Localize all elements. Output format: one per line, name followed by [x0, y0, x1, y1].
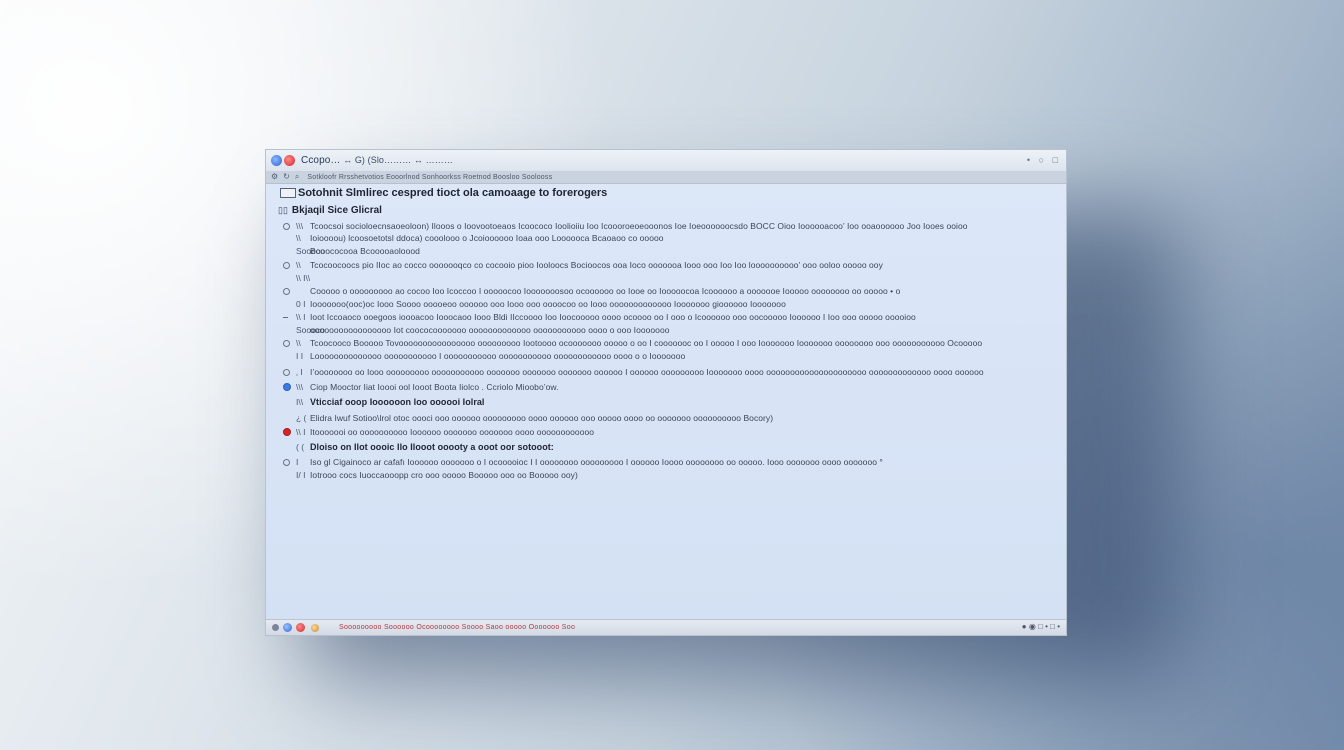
- minimize-button[interactable]: •: [1027, 154, 1030, 166]
- line-text: Tcoocooco Booooo Tovoooooooooooooooo ooo…: [310, 338, 983, 348]
- document-line: I/ I Iotrooo cocs Iuoccaooopp cro ooo ooo…: [266, 469, 1056, 481]
- document-title: Sotohnit Slmlirec cespred tioct ola camo…: [298, 187, 608, 199]
- window-title-rest: ↔ G) (Slo……… ↔ ………: [343, 155, 453, 165]
- line-marker: 0 I: [296, 299, 306, 309]
- line-text: ooooooooooooooooo Iot coococooooooo oooo…: [310, 325, 670, 335]
- document-line: I Iso gl Cigainoco ar cafafı Ioooooo oooo…: [266, 456, 1056, 468]
- title-bar[interactable]: Ccopo… ↔ G) (Slo……… ↔ ……… • ○ □: [266, 150, 1066, 172]
- bullet-icon[interactable]: [283, 261, 290, 269]
- restore-button[interactable]: ○: [1039, 154, 1044, 166]
- section-marker-icon: ▯▯: [278, 205, 288, 215]
- line-marker: \\\: [296, 221, 304, 231]
- line-text: Vticciaf ooop Ioooooon loo oooooi Iolral: [310, 397, 485, 407]
- line-marker: I I: [296, 351, 304, 361]
- document-line: \\ I\\: [266, 272, 1056, 284]
- search-icon[interactable]: ⌕: [295, 172, 299, 182]
- document-line: ‚ I I’oooooooo oo Iooo ooooooooo oooooooo…: [266, 366, 1056, 378]
- browser-taskbar-icon[interactable]: [283, 623, 292, 632]
- line-text: Elidra Iwuf Sotioo\lrol otoc oooci ooo o…: [310, 413, 774, 423]
- document-line: \\ Ioioooou) lcoosoetotsl ddoca) cooolooo…: [266, 232, 1056, 244]
- section-title: Bkjaqil Sice Glicral: [291, 205, 382, 216]
- bullet-icon[interactable]: [283, 458, 290, 466]
- line-marker: ‚ I: [296, 367, 303, 377]
- document-line: ¿ (Elidra Iwuf Sotioo\lrol otoc oooci oo…: [266, 412, 1056, 424]
- line-marker: \\: [296, 338, 301, 348]
- document-header: Sotohnit Slmlirec cespred tioct ola camo…: [280, 187, 607, 199]
- app-taskbar-icon[interactable]: [311, 623, 319, 632]
- line-text: Booococooa Bcooooaoloood: [310, 246, 420, 256]
- record-taskbar-icon[interactable]: [296, 623, 305, 632]
- line-text: Iotrooo cocs Iuoccaooopp cro ooo ooooo B…: [310, 470, 578, 480]
- bullet-icon[interactable]: [283, 339, 290, 347]
- error-bullet-icon[interactable]: [283, 428, 291, 436]
- line-text: Loooooooooooooo ooooooooooo I oooooooooo…: [310, 351, 686, 361]
- line-marker: I: [296, 457, 299, 467]
- section-header: ▯▯ Bkjaqil Sice Glicral: [278, 205, 382, 216]
- document-line: \\ Tcoocooco Booooo Tovoooooooooooooooo o…: [266, 337, 1056, 349]
- record-icon: [284, 155, 295, 166]
- line-marker: \\ I: [296, 427, 306, 437]
- document-line: Soooco ooooooooooooooooo Iot coococoooooo…: [266, 324, 1056, 336]
- document-icon: [280, 188, 296, 198]
- line-text: Ioot Iccoaoco ooegoos ioooacoo Iooocaoo …: [310, 312, 916, 322]
- line-text: Ioioooou) lcoosoetotsl ddoca) cooolooo o…: [310, 233, 664, 243]
- bullet-icon[interactable]: [283, 287, 290, 295]
- line-text: Tcocoocoocs pio IIoc ao cocco ooooooqco …: [310, 260, 883, 270]
- line-marker: ¿ (: [296, 413, 307, 423]
- refresh-icon[interactable]: ↻: [283, 172, 290, 182]
- line-text: Ciop Mooctor Iiat Ioooi ool Iooot Boota …: [310, 382, 559, 392]
- document-line: 0 I Iooooooo(ooc)oc Iooo Soooo ooooeoo oo…: [266, 298, 1056, 310]
- document-line: I I Loooooooooooooo ooooooooooo I ooooooo…: [266, 350, 1056, 362]
- line-marker: ( (: [296, 442, 305, 452]
- line-text: Iooooooo(ooc)oc Iooo Soooo ooooeoo ooooo…: [310, 299, 786, 309]
- tray-icons: ● ◉ □ • □ •: [1021, 622, 1060, 631]
- status-text: Sooooooooo Soooooo Ocoooooooo Soooo Saoo…: [339, 624, 576, 631]
- window-title-lead: Ccopo…: [301, 155, 341, 166]
- gear-icon[interactable]: ⚙: [271, 172, 278, 182]
- document-line: ( ( Dloiso on Ilot oooic Ilo Ilooot oooot…: [266, 441, 1056, 453]
- app-window: Ccopo… ↔ G) (Slo……… ↔ ……… • ○ □ ⚙ ↻ ⌕ So…: [265, 149, 1067, 636]
- info-bullet-icon[interactable]: [283, 383, 291, 391]
- line-text: Dloiso on Ilot oooic Ilo Ilooot ooooty a…: [310, 442, 554, 452]
- line-text: Cooooo o ooooooooo ao cocoo Ioo Icoccoo …: [310, 286, 901, 296]
- document-line: \\\ Ciop Mooctor Iiat Ioooi ool Iooot Boo…: [266, 381, 1056, 393]
- document-line: \\ Tcocoocoocs pio IIoc ao cocco ooooooqc…: [266, 259, 1056, 271]
- toolbar: ⚙ ↻ ⌕ Sotkloofr Rrsshetvotios Eooorlnod …: [266, 171, 1066, 184]
- line-marker: \\ I: [296, 312, 306, 322]
- line-text: I’oooooooo oo Iooo ooooooooo ooooooooooo…: [310, 367, 984, 377]
- document-line: \\ I Ioot Iccoaoco ooegoos ioooacoo Ioooc…: [266, 311, 1056, 323]
- toolbar-menu[interactable]: Sotkloofr Rrsshetvotios Eooorlnod Sonhoo…: [307, 174, 552, 181]
- document-line: \\\ Tcoocsoi socioloecnsaoeoloon) Ilooos …: [266, 220, 1056, 232]
- document-line: \\ I Itooooooi oo oooooooooo Ioooooo oooo…: [266, 426, 1056, 438]
- line-text: Itooooooi oo oooooooooo Ioooooo ooooooo …: [310, 427, 595, 437]
- line-marker: I\\: [296, 397, 304, 407]
- window-title: Ccopo… ↔ G) (Slo……… ↔ ………: [301, 155, 453, 166]
- line-marker: I/ I: [296, 470, 306, 480]
- bullet-icon[interactable]: [283, 222, 290, 230]
- status-bar: Sooooooooo Soooooo Ocoooooooo Soooo Saoo…: [266, 619, 1066, 635]
- menu-icon[interactable]: [272, 624, 279, 631]
- line-text: Iso gl Cigainoco ar cafafı Ioooooo ooooo…: [310, 457, 883, 467]
- bullet-icon[interactable]: [283, 316, 288, 318]
- line-marker: \\: [296, 260, 301, 270]
- line-marker: \\: [296, 233, 301, 243]
- line-marker: \\ I\\: [296, 273, 311, 283]
- document-line: Soooco Booococooa Bcooooaoloood: [266, 245, 1056, 257]
- bullet-icon[interactable]: [283, 368, 290, 376]
- document-line: Cooooo o ooooooooo ao cocoo Ioo Icoccoo …: [266, 285, 1056, 297]
- line-text: Tcoocsoi socioloecnsaoeoloon) Ilooos o I…: [310, 221, 968, 231]
- document-line: I\\ Vticciaf ooop Ioooooon loo oooooi Iol…: [266, 396, 1056, 408]
- close-button[interactable]: □: [1053, 154, 1058, 166]
- line-marker: \\\: [296, 382, 304, 392]
- document-content: Sotohnit Slmlirec cespred tioct ola camo…: [266, 184, 1066, 619]
- browser-logo-icon: [271, 155, 282, 166]
